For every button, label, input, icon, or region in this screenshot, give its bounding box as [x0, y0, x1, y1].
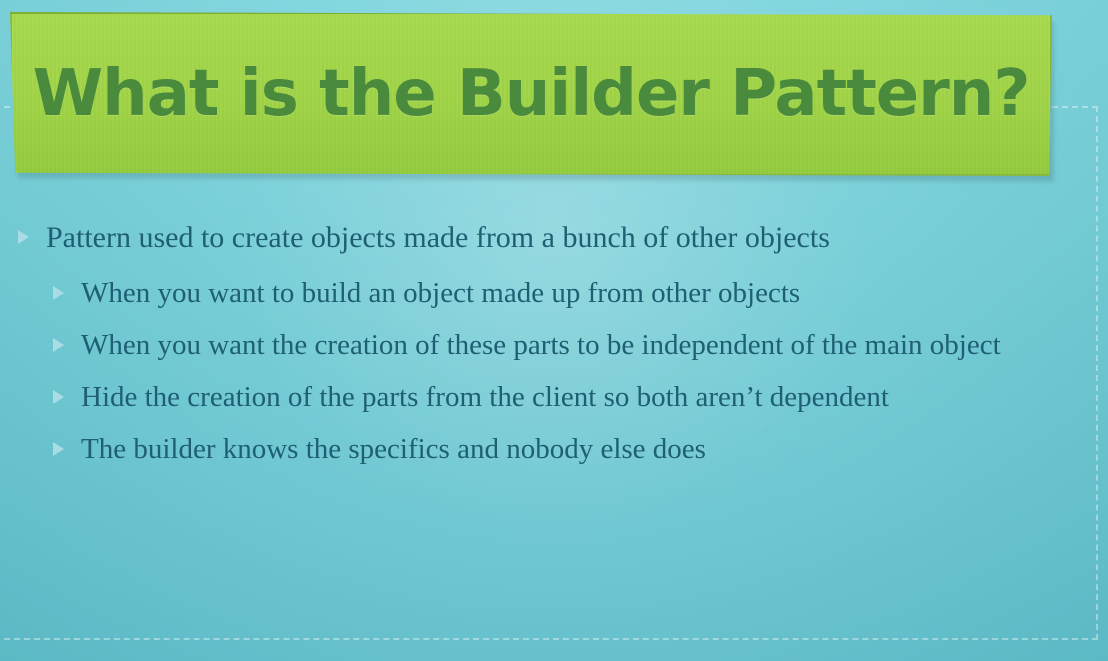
bullet-text-5: The builder knows the specifics and nobo… [81, 433, 706, 465]
triangle-bullet-icon [53, 390, 64, 404]
page-title: What is the Builder Pattern? [32, 57, 1031, 131]
bullet-item-5: The builder knows the specifics and nobo… [18, 432, 1058, 466]
title-banner: What is the Builder Pattern? [10, 12, 1052, 176]
triangle-bullet-icon [53, 338, 64, 352]
slide: What is the Builder Pattern? Pattern use… [0, 0, 1108, 661]
triangle-bullet-icon [18, 230, 29, 244]
bullet-item-1: Pattern used to create objects made from… [18, 220, 1058, 255]
bullet-item-3: When you want the creation of these part… [18, 328, 1058, 362]
bullet-list: Pattern used to create objects made from… [18, 220, 1058, 484]
bullet-text-1: Pattern used to create objects made from… [46, 221, 830, 254]
bullet-item-4: Hide the creation of the parts from the … [18, 380, 1058, 414]
triangle-bullet-icon [53, 286, 64, 300]
bullet-item-2: When you want to build an object made up… [18, 276, 1058, 310]
triangle-bullet-icon [53, 442, 64, 456]
bullet-text-4: Hide the creation of the parts from the … [81, 381, 889, 413]
bullet-text-2: When you want to build an object made up… [81, 277, 801, 309]
bullet-text-3: When you want the creation of these part… [81, 329, 1001, 361]
